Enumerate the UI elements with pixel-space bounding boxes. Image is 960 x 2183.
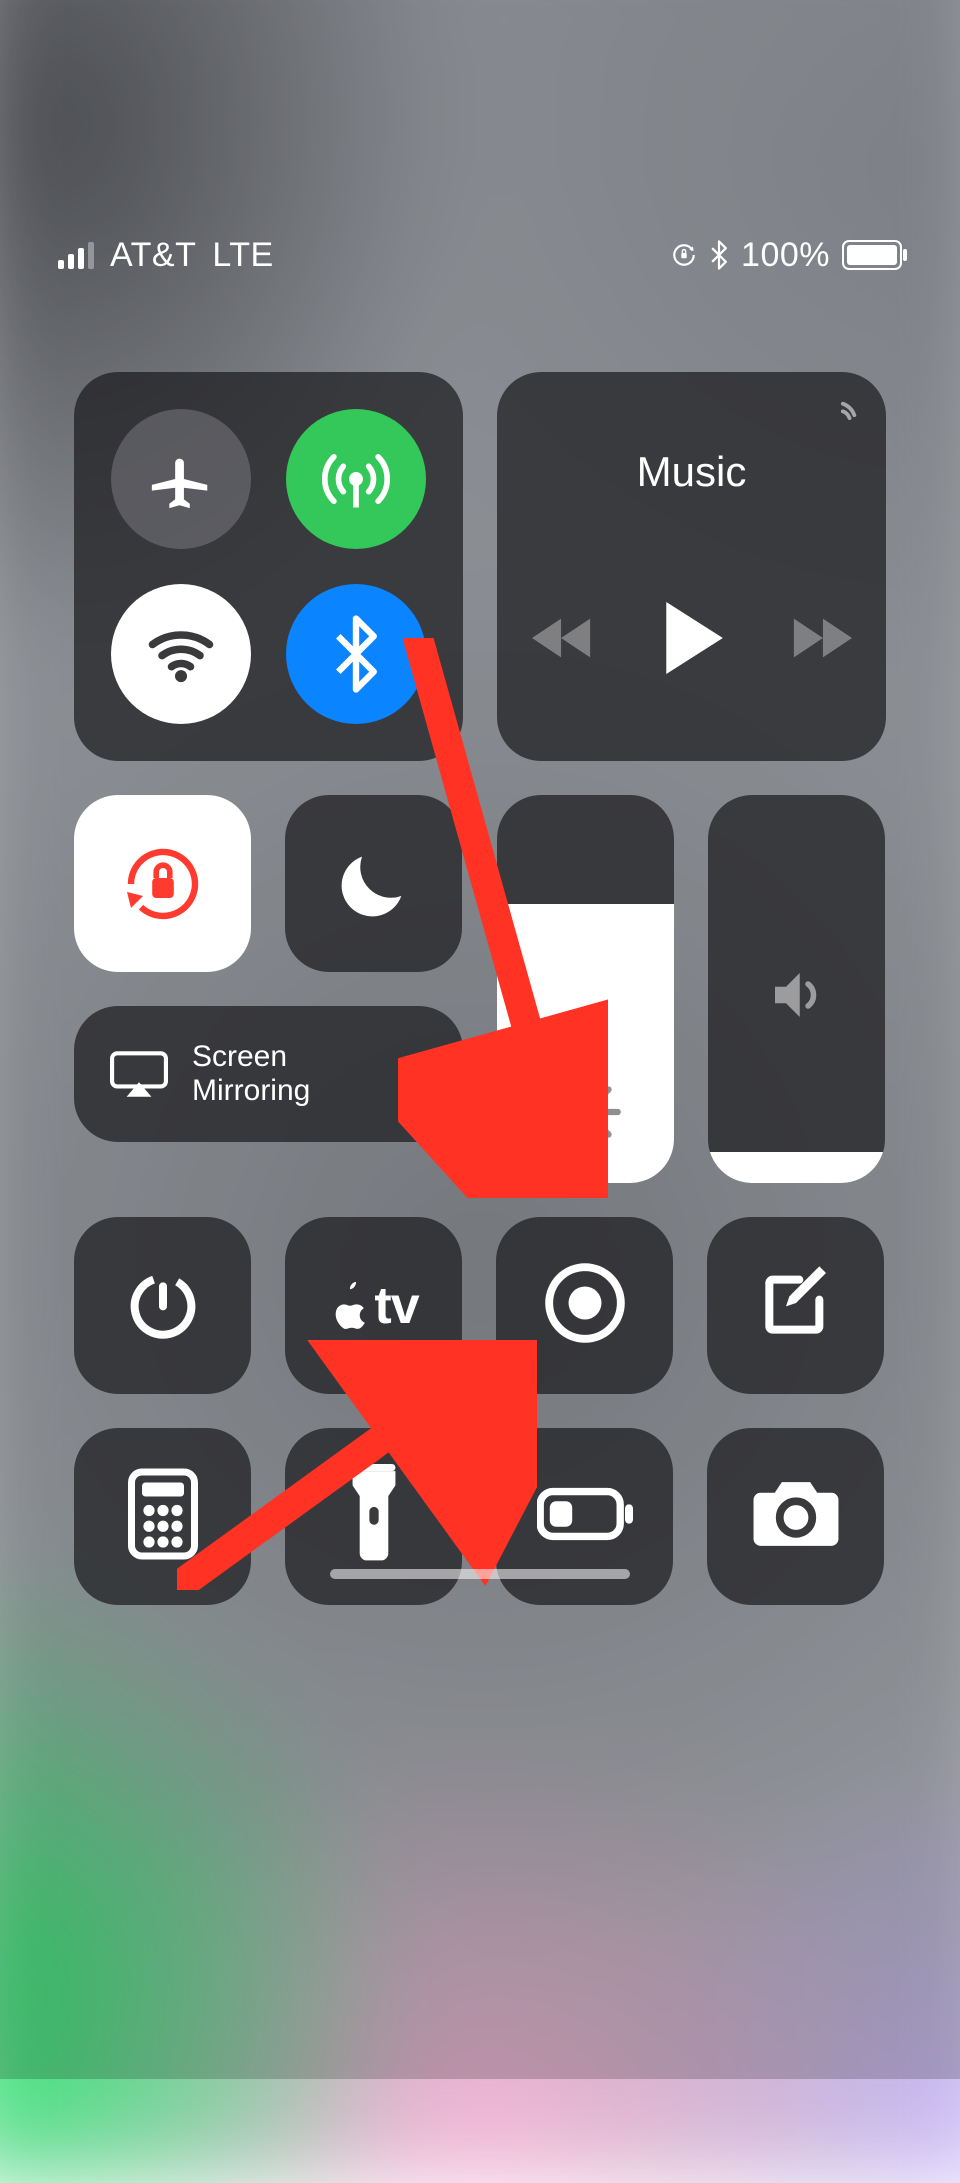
orientation-lock-status-icon [671,242,697,268]
apple-tv-remote-button[interactable]: tv [285,1217,462,1394]
airplane-mode-toggle[interactable] [111,409,251,549]
calculator-button[interactable] [74,1428,251,1605]
camera-button[interactable] [707,1428,884,1605]
bluetooth-toggle[interactable] [286,584,426,724]
timer-icon [123,1263,203,1348]
music-platter[interactable]: Music [497,372,886,761]
bluetooth-icon [330,615,382,693]
statusbar: AT&T LTE 100% [0,225,960,285]
orientation-lock-toggle[interactable] [74,795,251,972]
rewind-button[interactable] [532,613,594,663]
screen-mirroring-icon [110,1049,168,1099]
fast-forward-button[interactable] [790,613,852,663]
screen-record-button[interactable] [496,1217,673,1394]
battery-pct-label: 100% [741,236,830,275]
record-icon [542,1260,628,1351]
statusbar-right: 100% [671,236,902,275]
brightness-slider[interactable] [497,795,674,1183]
screen-mirroring-label: Screen Mirroring [192,1040,310,1108]
control-center-grid: Music [74,372,886,1605]
battery-outline-icon [537,1487,633,1546]
volume-fill [708,1152,885,1183]
orientation-lock-icon [115,836,211,932]
screen-mirroring-button[interactable]: Screen Mirroring [74,1006,463,1142]
volume-icon [764,962,830,1033]
airplay-audio-icon [816,396,862,442]
compose-note-icon [756,1263,836,1348]
cellular-signal-icon [58,241,94,269]
battery-icon [842,240,902,270]
wifi-icon [143,616,219,692]
play-button[interactable] [660,602,724,674]
camera-icon [750,1477,842,1556]
antenna-icon [318,441,394,517]
brightness-icon [548,1074,624,1155]
control-center: AT&T LTE 100% [0,0,960,2079]
volume-slider[interactable] [708,795,885,1183]
apple-tv-icon: tv [328,1276,418,1336]
wifi-toggle[interactable] [111,584,251,724]
do-not-disturb-toggle[interactable] [285,795,462,972]
now-playing-title: Music [497,448,886,496]
notes-button[interactable] [707,1217,884,1394]
moon-icon [333,843,415,925]
connectivity-platter[interactable] [74,372,463,761]
network-type-label: LTE [212,236,273,275]
calculator-icon [128,1468,198,1565]
statusbar-left: AT&T LTE [58,236,274,275]
home-indicator[interactable] [330,1569,630,1579]
timer-button[interactable] [74,1217,251,1394]
cellular-data-toggle[interactable] [286,409,426,549]
bluetooth-status-icon [709,240,729,270]
flashlight-icon [345,1464,403,1569]
airplane-icon [146,444,216,514]
carrier-label: AT&T [110,236,196,275]
